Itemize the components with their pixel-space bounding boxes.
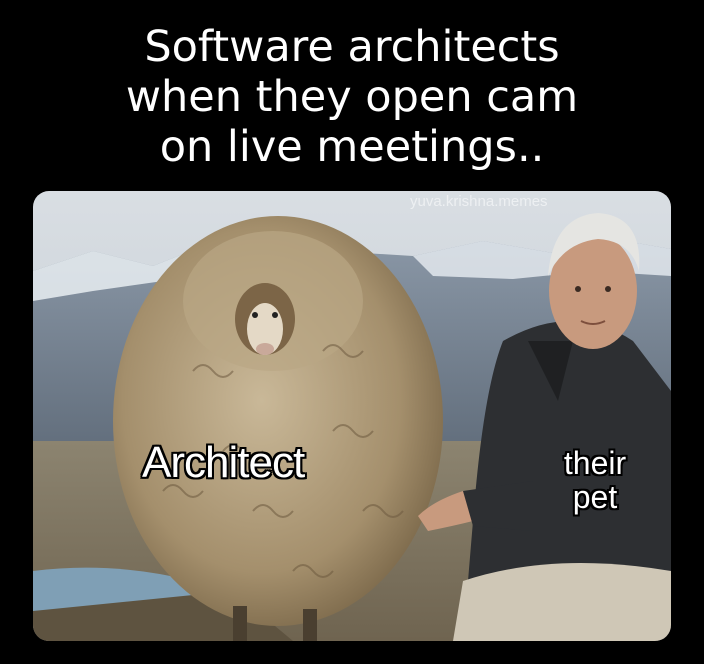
caption-line-2: when they open cam [125, 72, 579, 122]
meme-caption: Software architects when they open cam o… [0, 22, 704, 172]
meme-photo [33, 191, 671, 641]
watermark: yuva.krishna.memes [410, 193, 548, 210]
man-label-line-2: pet [572, 479, 618, 515]
man-label: their pet [548, 446, 642, 514]
photo-illustration [33, 191, 671, 641]
sheep-label: Architect [142, 438, 305, 487]
caption-line-3: on live meetings.. [159, 122, 545, 172]
man-label-line-1: their [563, 445, 627, 481]
caption-line-1: Software architects [144, 22, 560, 72]
